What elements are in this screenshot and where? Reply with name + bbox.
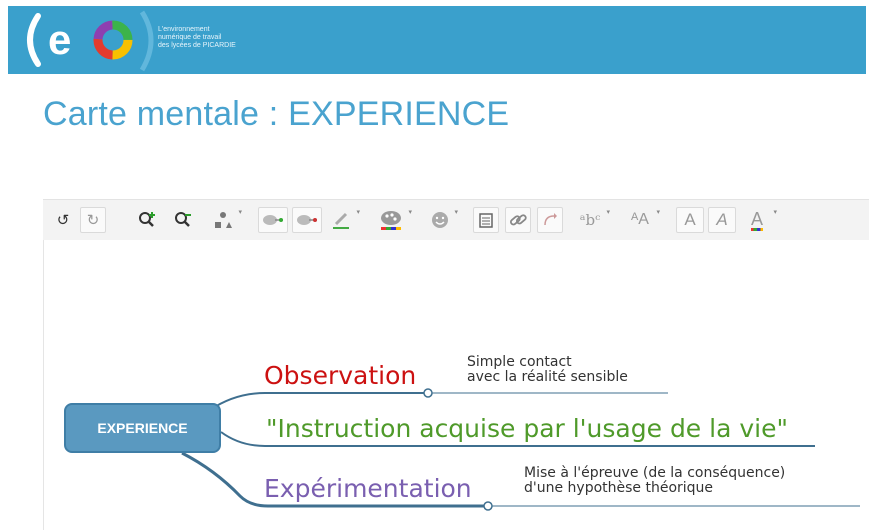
branch-experimentation[interactable]: Expérimentation bbox=[264, 474, 472, 503]
note-experimentation-line-1: Mise à l'épreuve (de la conséquence) bbox=[524, 465, 786, 481]
branch-instruction[interactable]: "Instruction acquise par l'usage de la v… bbox=[266, 414, 788, 443]
note-observation-line-1: Simple contact bbox=[467, 354, 572, 370]
note-observation-line-2: avec la réalité sensible bbox=[467, 369, 628, 385]
note-experimentation-line-2: d'une hypothèse théorique bbox=[524, 480, 714, 496]
note-knob-observation[interactable] bbox=[423, 388, 433, 398]
connector-observation bbox=[209, 392, 425, 411]
note-knob-experimentation[interactable] bbox=[483, 501, 493, 511]
central-topic[interactable]: EXPERIENCE bbox=[64, 403, 221, 453]
note-experimentation: Mise à l'épreuve (de la conséquence) d'u… bbox=[524, 466, 785, 496]
note-observation: Simple contact avec la réalité sensible bbox=[467, 355, 628, 385]
branch-observation[interactable]: Observation bbox=[264, 361, 416, 390]
